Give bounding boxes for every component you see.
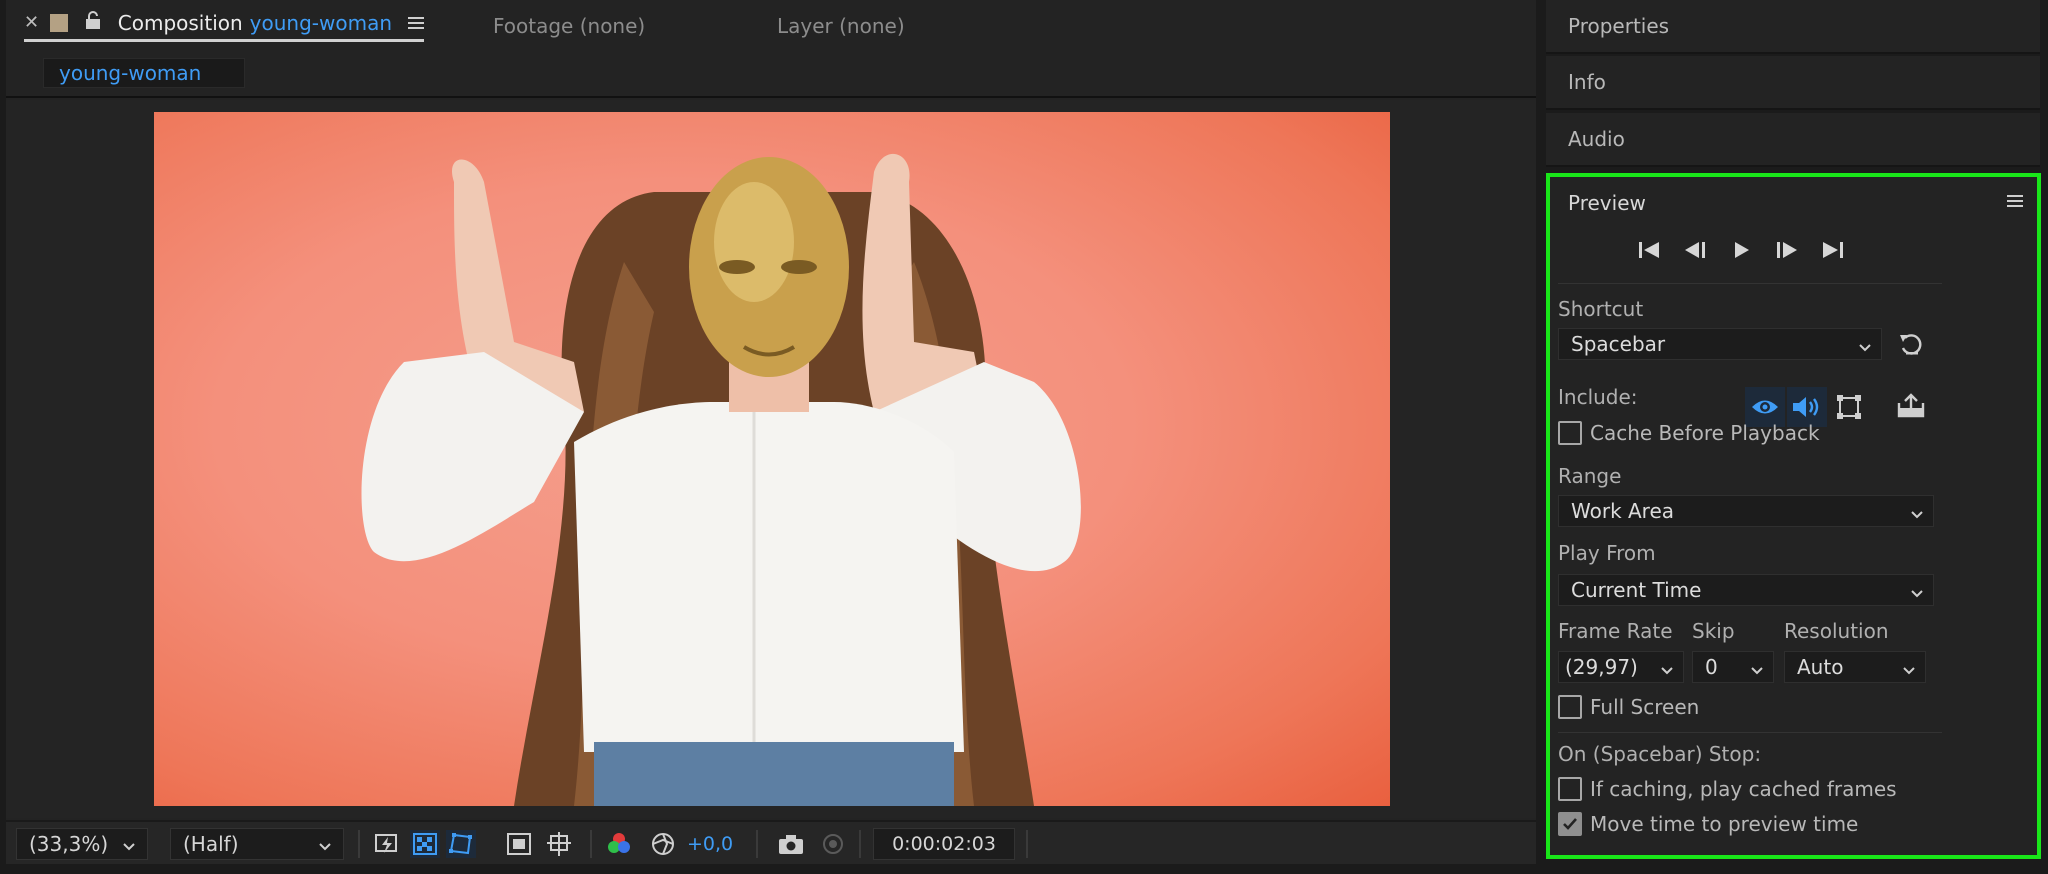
separator — [859, 830, 861, 858]
last-frame-icon[interactable] — [1818, 237, 1848, 263]
checkbox-box-checked[interactable] — [1558, 812, 1582, 836]
if-caching-label: If caching, play cached frames — [1590, 777, 1897, 801]
mask-path-icon[interactable] — [446, 830, 476, 858]
region-of-interest-icon[interactable] — [504, 830, 534, 858]
viewer-bottom-bar: (33,3%) (Half) +0,0 0:00:02:03 — [6, 820, 1536, 864]
range-value: Work Area — [1571, 499, 1675, 523]
preview-resolution-value: Auto — [1797, 655, 1844, 679]
play-icon[interactable] — [1726, 237, 1756, 263]
right-panels: Properties Info Audio Preview Shortcut S… — [1546, 0, 2048, 874]
magnification-select[interactable]: (33,3%) — [16, 828, 148, 860]
composition-frame-image — [154, 112, 1390, 806]
tab-composition[interactable]: ✕ Composition young-woman — [24, 10, 425, 42]
range-select[interactable]: Work Area — [1558, 495, 1934, 527]
chevron-down-icon — [1909, 503, 1925, 527]
camera-snapshot-icon[interactable] — [776, 830, 806, 858]
composition-breadcrumb[interactable]: young-woman — [43, 58, 245, 88]
shortcut-select[interactable]: Spacebar — [1558, 328, 1882, 360]
cache-before-playback-label: Cache Before Playback — [1590, 421, 1820, 445]
exposure-value[interactable]: +0,0 — [687, 833, 733, 855]
range-label: Range — [1558, 464, 1622, 488]
include-overlays-icon[interactable] — [1829, 387, 1869, 427]
skip-select[interactable]: 0 — [1692, 651, 1774, 683]
composition-tabbar: ✕ Composition young-woman Footage (none)… — [6, 0, 1536, 50]
transparency-grid-icon[interactable] — [410, 830, 440, 858]
chevron-down-icon — [1857, 336, 1873, 360]
previous-frame-icon[interactable] — [1680, 237, 1710, 263]
checkbox-box[interactable] — [1558, 777, 1582, 801]
composition-navigator: young-woman — [6, 52, 1536, 98]
fast-previews-icon[interactable] — [372, 830, 402, 858]
shortcut-value: Spacebar — [1571, 332, 1666, 356]
chevron-down-icon — [1749, 659, 1765, 683]
checkmark-icon — [1563, 818, 1577, 830]
young-woman-illustration — [361, 153, 1081, 806]
export-icon[interactable] — [1896, 393, 1926, 423]
label-color-swatch[interactable] — [49, 13, 68, 32]
frame-rate-value: (29,97) — [1565, 655, 1638, 679]
frame-rate-select[interactable]: (29,97) — [1558, 651, 1684, 683]
preview-title: Preview — [1568, 191, 1646, 215]
hamburger-menu-icon[interactable] — [408, 11, 425, 35]
next-frame-icon[interactable] — [1772, 237, 1802, 263]
include-label: Include: — [1558, 385, 1638, 409]
tab-layer[interactable]: Layer (none) — [777, 10, 905, 42]
hamburger-menu-icon[interactable] — [2007, 193, 2023, 212]
first-frame-icon[interactable] — [1634, 237, 1664, 263]
shortcut-label: Shortcut — [1558, 297, 1644, 321]
divider — [1558, 732, 1942, 733]
chevron-down-icon — [1901, 659, 1917, 683]
tab-composition-name: young-woman — [249, 10, 393, 35]
magnification-value: (33,3%) — [29, 832, 109, 856]
play-from-label: Play From — [1558, 541, 1656, 565]
chevron-down-icon — [121, 835, 137, 859]
reset-icon[interactable] — [1897, 332, 1925, 360]
separator — [590, 830, 592, 858]
chevron-down-icon — [1659, 659, 1675, 683]
resolution-label: Resolution — [1784, 619, 1889, 643]
tab-footage[interactable]: Footage (none) — [493, 10, 645, 42]
if-caching-checkbox[interactable]: If caching, play cached frames — [1558, 777, 1897, 801]
divider — [1558, 283, 1942, 284]
info-panel-header[interactable]: Info — [1546, 56, 2040, 110]
resolution-select[interactable]: (Half) — [170, 828, 344, 860]
play-from-select[interactable]: Current Time — [1558, 574, 1934, 606]
on-stop-label: On (Spacebar) Stop: — [1558, 742, 1762, 766]
exposure-reset-icon[interactable] — [648, 830, 678, 858]
move-time-label: Move time to preview time — [1590, 812, 1859, 836]
close-icon[interactable]: ✕ — [24, 12, 50, 33]
chevron-down-icon — [317, 835, 333, 859]
properties-panel-header[interactable]: Properties — [1546, 0, 2040, 54]
skip-value: 0 — [1705, 655, 1718, 679]
skip-label: Skip — [1692, 619, 1735, 643]
checkbox-box[interactable] — [1558, 695, 1582, 719]
audio-panel-header[interactable]: Audio — [1546, 113, 2040, 167]
resolution-value: (Half) — [183, 832, 239, 856]
transport-controls — [1634, 237, 1848, 263]
tab-composition-label: Composition — [117, 10, 243, 35]
composition-panel: ✕ Composition young-woman Footage (none)… — [6, 0, 1536, 864]
frame-rate-label: Frame Rate — [1558, 619, 1673, 643]
separator — [358, 830, 360, 858]
grid-guides-icon[interactable] — [544, 830, 574, 858]
checkbox-box[interactable] — [1558, 421, 1582, 445]
play-from-value: Current Time — [1571, 578, 1702, 602]
separator — [1026, 830, 1028, 858]
color-channels-icon[interactable] — [604, 830, 634, 858]
separator — [756, 830, 758, 858]
current-time-display[interactable]: 0:00:02:03 — [873, 828, 1015, 860]
cache-before-playback-checkbox[interactable]: Cache Before Playback — [1558, 421, 1820, 445]
move-time-checkbox[interactable]: Move time to preview time — [1558, 812, 1858, 836]
preview-panel: Preview Shortcut Spacebar Include: Cache… — [1546, 173, 2041, 859]
chevron-down-icon — [1909, 582, 1925, 606]
full-screen-checkbox[interactable]: Full Screen — [1558, 695, 1699, 719]
show-snapshot-icon — [818, 830, 848, 858]
full-screen-label: Full Screen — [1590, 695, 1700, 719]
lock-icon[interactable] — [84, 10, 106, 35]
composition-viewer[interactable] — [6, 100, 1536, 818]
preview-resolution-select[interactable]: Auto — [1784, 651, 1926, 683]
